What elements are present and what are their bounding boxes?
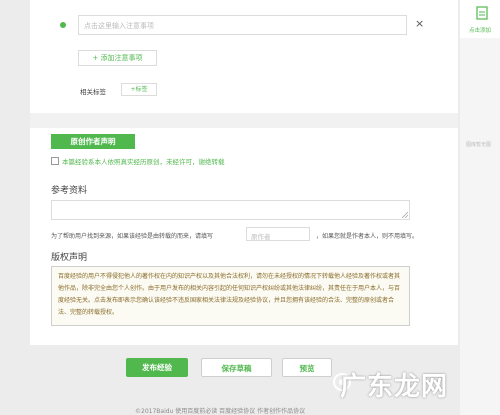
- original-author-button[interactable]: 原创作者声明: [51, 134, 135, 149]
- author-help-text-tail: ，如果您就是作者本人，则不用填写。: [316, 233, 419, 240]
- reference-title: 参考资料: [51, 186, 88, 196]
- original-author-input[interactable]: 原作者: [246, 227, 310, 241]
- sidebar-empty-note: 图库暂无图: [466, 142, 492, 148]
- watermark: 广东龙网: [340, 372, 449, 402]
- close-icon[interactable]: ×: [415, 18, 424, 29]
- copyright-title: 版权声明: [51, 253, 88, 263]
- notes-input[interactable]: 点击这里输入注意事项: [78, 15, 407, 35]
- original-checkbox-label: 本篇经验系本人依照真实经历原创，未经许可，谢绝转载: [62, 158, 225, 166]
- preview-button[interactable]: 预览: [282, 358, 332, 377]
- image-icon: [476, 6, 488, 20]
- tags-label: 相关标签: [80, 88, 106, 96]
- add-tag-button[interactable]: +标签: [121, 83, 157, 96]
- add-note-button[interactable]: + 添加注意事项: [78, 50, 157, 66]
- right-sidebar: [460, 0, 500, 415]
- author-help-text: 为了帮助用户找到来源，如果该经验是由转载的而来，请填写: [51, 233, 214, 240]
- sidebar-add-label[interactable]: 点击添加: [460, 26, 500, 34]
- bullet-dot-icon: [60, 22, 66, 28]
- publish-button[interactable]: 发布经验: [126, 358, 188, 377]
- section-divider: [30, 113, 458, 128]
- save-draft-button[interactable]: 保存草稿: [201, 358, 272, 377]
- reference-textarea[interactable]: [51, 200, 410, 220]
- original-checkbox[interactable]: [51, 157, 59, 165]
- resize-handle-icon[interactable]: [402, 212, 408, 218]
- copyright-notice: 百度经验的用户不得侵犯他人的著作权在内的知识产权以及其他合法权利，请勿在未经授权…: [51, 266, 410, 326]
- page-footer: ©2017Baidu 使用百度前必读 百度经验协议 作者创作作品协议: [135, 408, 306, 415]
